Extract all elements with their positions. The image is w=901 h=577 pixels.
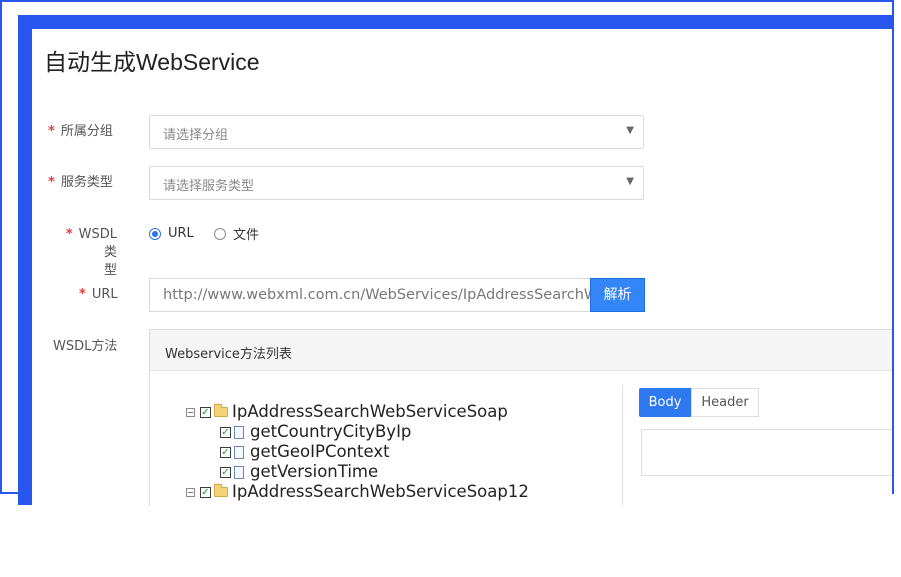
radio-file-label: 文件 [232,228,259,243]
required-mark: * [48,124,55,139]
service-type-placeholder: 请选择服务类型 [163,179,255,194]
required-mark: * [79,287,86,302]
collapse-icon[interactable]: − [186,487,195,497]
tree-node-label[interactable]: getCountryCityByIp [250,422,411,442]
url-label-text: URL [91,287,118,302]
radio-file-circle[interactable] [213,227,226,240]
group-label: * 所属分组 [48,123,113,141]
panel-divider [622,385,623,506]
radio-url-circle[interactable] [149,227,161,240]
tree-node-label[interactable]: IpAddressSearchWebServiceSoap [232,402,508,422]
group-label-text: 所属分组 [60,124,113,139]
parse-button[interactable]: 解析 [590,278,645,312]
methods-panel-header: Webservice方法列表 [150,330,892,371]
group-select-placeholder: 请选择分组 [163,128,229,143]
radio-file[interactable]: 文件 [213,224,259,243]
body-editor[interactable] [641,429,892,476]
checkbox-checked-icon[interactable]: ✓ [220,446,231,458]
page-title: 自动生成WebService [44,49,260,75]
document-icon [234,465,244,479]
tab-header[interactable]: Header [691,388,759,417]
service-type-label: * 服务类型 [48,174,113,192]
form-card: 自动生成WebService * 所属分组 请选择分组 ▼ * 服务类型 请选择服务… [32,29,892,506]
checkbox-checked-icon[interactable]: ✓ [200,406,211,418]
document-icon [234,445,244,459]
url-input-value: http://www.webxml.com.cn/WebServices/IpA… [163,287,591,303]
url-label: * URL [79,286,118,304]
methods-panel: Webservice方法列表 − ✓ IpAddressSearchWebSer… [149,329,892,506]
document-icon [234,425,244,439]
tree-node-label[interactable]: getVersionTime [250,462,378,482]
required-mark: * [65,227,73,242]
chevron-down-icon: ▼ [626,176,634,187]
checkbox-checked-icon[interactable]: ✓ [220,466,231,478]
radio-url-label: URL [168,226,194,241]
wsdl-type-radio-group: URL 文件 [149,224,275,244]
tree-node[interactable]: ✓ getCountryCityByIp [220,422,411,442]
wsdl-methods-label: WSDL方法 [53,339,118,354]
tab-body[interactable]: Body [639,388,691,417]
chevron-down-icon: ▼ [626,125,634,136]
service-type-label-text: 服务类型 [60,175,113,190]
url-input[interactable]: http://www.webxml.com.cn/WebServices/IpA… [149,278,591,312]
checkbox-checked-icon[interactable]: ✓ [200,486,211,498]
collapse-icon[interactable]: − [186,407,195,417]
wsdl-type-label: * WSDL类 型 [53,226,117,280]
tree-node[interactable]: ✓ getVersionTime [220,462,378,482]
required-mark: * [48,175,55,190]
wsdl-type-label-line2: 型 [103,263,117,278]
tree-node-label[interactable]: IpAddressSearchWebServiceSoap12 [232,482,529,502]
service-type-select[interactable]: 请选择服务类型 ▼ [149,166,644,200]
radio-url[interactable]: URL [149,226,194,241]
tree-node[interactable]: − ✓ IpAddressSearchWebServiceSoap [186,402,508,422]
tree-node[interactable]: − ✓ IpAddressSearchWebServiceSoap12 [186,482,529,502]
folder-icon [214,484,228,497]
checkbox-checked-icon[interactable]: ✓ [220,426,231,438]
tree-node[interactable]: ✓ getGeoIPContext [220,442,390,462]
methods-panel-title: Webservice方法列表 [165,347,292,362]
wsdl-type-label-line1: WSDL类 [78,227,117,260]
group-select[interactable]: 请选择分组 ▼ [149,115,644,149]
tree-node-label[interactable]: getGeoIPContext [250,442,390,462]
folder-icon [214,404,228,417]
